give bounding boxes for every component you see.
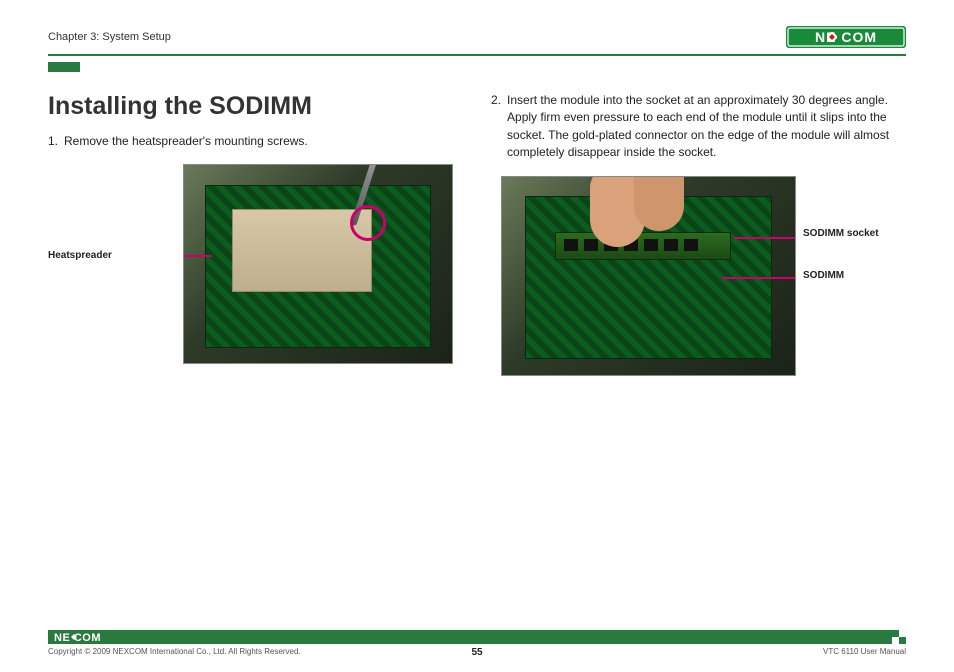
chapter-label: Chapter 3: System Setup [48,31,171,43]
step-2-text: Insert the module into the socket at an … [507,92,906,162]
accent-tab [48,62,80,72]
page-number: 55 [471,647,482,658]
footer-text-row: Copyright © 2009 NEXCOM International Co… [48,647,906,656]
label-sodimm: SODIMM [803,270,844,281]
step-1-text: Remove the heatspreader's mounting screw… [64,133,463,150]
header-row: Chapter 3: System Setup NE COM [48,24,906,56]
page-footer: NE COM Copyright © 2009 NEXCOM Internati… [48,630,906,656]
brand-logo-top: NE COM [786,24,906,50]
step-2-number: 2. [491,92,501,162]
step-1: 1. Remove the heatspreader's mounting sc… [48,133,463,150]
label-sodimm-socket: SODIMM socket [803,228,879,239]
doc-title: VTC 6110 User Manual [823,647,906,656]
page-title: Installing the SODIMM [48,92,463,121]
svg-text:NE COM: NE COM [815,29,877,45]
figure-1-wrap: Heatspreader [48,164,463,364]
callout-line [722,277,796,279]
left-column: Installing the SODIMM 1. Remove the heat… [48,92,463,376]
copyright-text: Copyright © 2009 NEXCOM International Co… [48,647,301,656]
label-heatspreader: Heatspreader [48,250,112,261]
step-1-number: 1. [48,133,58,150]
figure-1-photo [183,164,453,364]
svg-text:NE COM: NE COM [54,632,101,643]
content-columns: Installing the SODIMM 1. Remove the heat… [48,92,906,376]
highlight-circle-icon [350,205,386,241]
callout-line [183,255,212,257]
footer-squares-icon [892,630,906,644]
step-2: 2. Insert the module into the socket at … [491,92,906,162]
footer-bar: NE COM [48,630,906,644]
brand-logo-footer: NE COM [54,631,124,643]
figure-2-photo [501,176,796,376]
figure-2-wrap: SODIMM socket SODIMM [491,176,906,376]
callout-line [734,237,796,239]
right-column: 2. Insert the module into the socket at … [491,92,906,376]
